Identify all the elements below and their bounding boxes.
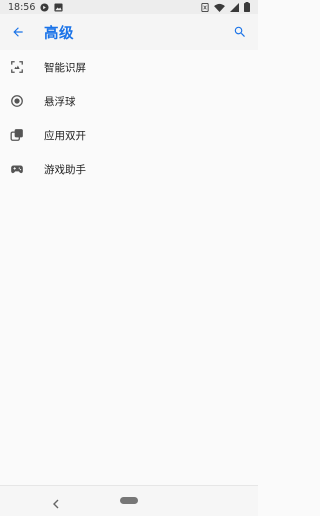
floating-ball-icon <box>10 94 24 108</box>
battery-icon <box>244 2 250 12</box>
item-label: 游戏助手 <box>44 163 86 176</box>
list-item-floating-ball[interactable]: 悬浮球 <box>0 84 258 118</box>
item-label: 悬浮球 <box>44 95 76 108</box>
gamepad-icon <box>10 162 24 176</box>
app-bar: 高级 <box>0 14 258 50</box>
status-time: 18:56 <box>8 1 36 13</box>
signal-icon <box>230 2 239 12</box>
item-label: 智能识屏 <box>44 61 86 74</box>
notification-app-icon <box>40 2 49 12</box>
nav-back-button[interactable] <box>51 495 61 509</box>
nav-home-pill[interactable] <box>120 497 138 504</box>
page-title: 高级 <box>44 25 74 42</box>
status-bar: 18:56 <box>0 0 258 14</box>
list-item-game-assistant[interactable]: 游戏助手 <box>0 152 258 186</box>
chevron-left-icon <box>53 499 59 509</box>
item-label: 应用双开 <box>44 129 86 142</box>
settings-list: 智能识屏 悬浮球 应用双开 游戏助手 <box>0 50 258 186</box>
image-notification-icon <box>54 2 63 12</box>
list-item-smart-screen[interactable]: 智能识屏 <box>0 50 258 84</box>
sim-icon <box>201 2 209 12</box>
arrow-back-icon <box>13 27 23 37</box>
screen-recognition-icon <box>10 60 24 74</box>
search-button[interactable] <box>228 20 252 44</box>
list-item-dual-apps[interactable]: 应用双开 <box>0 118 258 152</box>
dual-apps-icon <box>10 128 24 142</box>
search-icon <box>234 26 245 37</box>
wifi-icon <box>214 3 225 12</box>
navigation-bar <box>0 485 258 516</box>
back-button[interactable] <box>6 20 30 44</box>
